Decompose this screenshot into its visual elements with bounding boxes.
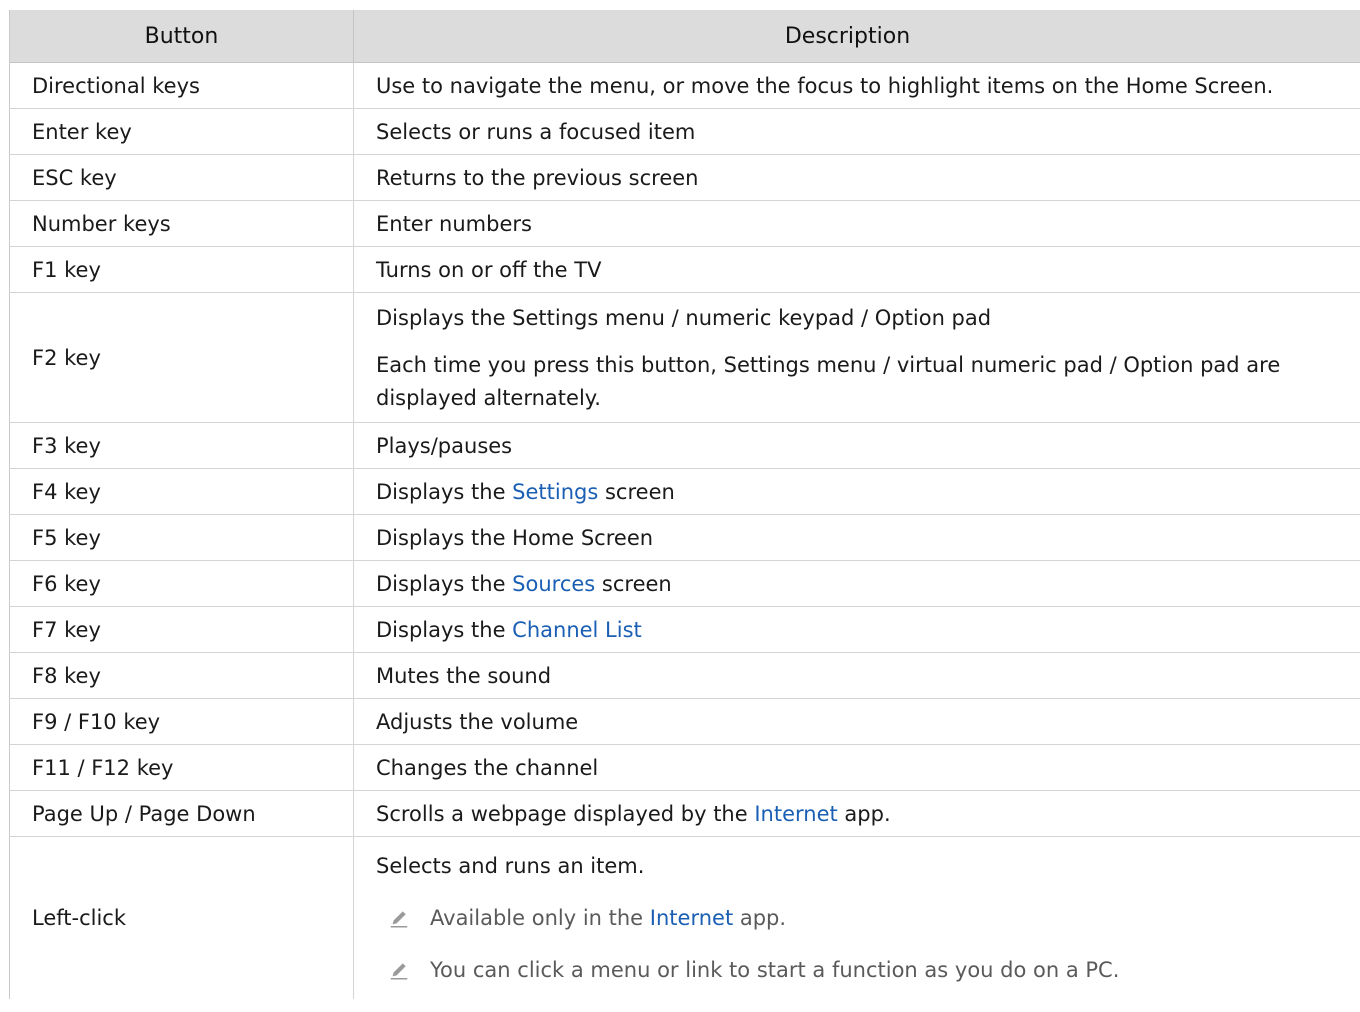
description-line: Displays the Settings menu / numeric key… <box>376 306 992 330</box>
table-row: Enter key Selects or runs a focused item <box>10 109 1360 155</box>
button-cell: F6 key <box>10 561 354 606</box>
button-cell: F9 / F10 key <box>10 699 354 744</box>
table-row: F8 key Mutes the sound <box>10 653 1360 699</box>
description-text: Displays the <box>376 617 513 642</box>
description-cell: Enter numbers <box>376 211 532 236</box>
header-description: Description <box>784 23 911 49</box>
description-cell: Displays the Settings menu / numeric key… <box>354 293 1360 422</box>
button-cell: F1 key <box>10 247 354 292</box>
note: You can click a menu or link to start a … <box>376 955 1341 985</box>
description-cell: Adjusts the volume <box>376 709 579 734</box>
pencil-icon <box>390 910 408 928</box>
button-cell: F11 / F12 key <box>10 745 354 790</box>
table-row: F11 / F12 key Changes the channel <box>10 745 1360 791</box>
note-text: app. <box>733 906 787 930</box>
internet-link[interactable]: Internet <box>754 802 837 826</box>
key-function-table: Button Description Directional keys Use … <box>9 10 1360 999</box>
description-cell: Use to navigate the menu, or move the fo… <box>376 73 1274 98</box>
note-text: Available only in the <box>430 906 650 930</box>
note: Available only in the Internet app. <box>376 903 1341 933</box>
table-row: F6 key Displays the Sources screen <box>10 561 1360 607</box>
description-cell: Scrolls a webpage displayed by the Inter… <box>354 791 1360 836</box>
description-cell: Displays the Home Screen <box>376 525 654 550</box>
description-cell: Returns to the previous screen <box>376 165 699 190</box>
table-row: Page Up / Page Down Scrolls a webpage di… <box>10 791 1360 837</box>
pencil-icon <box>390 962 408 980</box>
description-cell: Displays the Channel List <box>354 607 1360 652</box>
table-row: F3 key Plays/pauses <box>10 423 1360 469</box>
description-paragraph: Each time you press this button, Setting… <box>376 349 1341 415</box>
button-cell: Page Up / Page Down <box>10 791 354 836</box>
table-row: Left-click Selects and runs an item. Ava… <box>10 837 1360 999</box>
button-cell: F3 key <box>10 423 354 468</box>
button-cell: F5 key <box>10 515 354 560</box>
table-row: F1 key Turns on or off the TV <box>10 247 1360 293</box>
description-cell: Selects and runs an item. Available only… <box>354 837 1360 999</box>
table-row: Number keys Enter numbers <box>10 201 1360 247</box>
internet-link[interactable]: Internet <box>650 906 733 930</box>
description-text: screen <box>598 479 675 504</box>
description-cell: Displays the Sources screen <box>354 561 1360 606</box>
button-cell: F7 key <box>10 607 354 652</box>
note-text: You can click a menu or link to start a … <box>430 958 1120 982</box>
sources-link[interactable]: Sources <box>512 572 595 596</box>
description-cell: Turns on or off the TV <box>376 257 602 282</box>
description-cell: Selects or runs a focused item <box>376 119 696 144</box>
button-cell: F4 key <box>10 469 354 514</box>
settings-link[interactable]: Settings <box>512 480 598 504</box>
header-button: Button <box>10 10 354 62</box>
button-cell: ESC key <box>10 155 354 200</box>
description-cell: Plays/pauses <box>376 433 513 458</box>
channel-list-link[interactable]: Channel List <box>512 618 642 642</box>
description-cell: Displays the Settings screen <box>354 469 1360 514</box>
table-row: F7 key Displays the Channel List <box>10 607 1360 653</box>
description-line: Selects and runs an item. <box>376 854 645 878</box>
description-line: Each time you press this button, Setting… <box>376 353 1281 377</box>
button-cell: Left-click <box>10 837 354 999</box>
button-cell: Number keys <box>10 201 354 246</box>
table-row: Directional keys Use to navigate the men… <box>10 63 1360 109</box>
description-text: app. <box>837 801 891 826</box>
description-cell: Changes the channel <box>376 755 599 780</box>
button-cell: Directional keys <box>10 63 354 108</box>
table-row: ESC key Returns to the previous screen <box>10 155 1360 201</box>
description-text: Displays the <box>376 479 513 504</box>
description-text: Displays the <box>376 571 513 596</box>
table-row: F5 key Displays the Home Screen <box>10 515 1360 561</box>
description-text: Scrolls a webpage displayed by the <box>376 801 755 826</box>
description-cell: Mutes the sound <box>376 663 552 688</box>
description-text: screen <box>595 571 672 596</box>
description-line: displayed alternately. <box>376 386 601 410</box>
table-row: F4 key Displays the Settings screen <box>10 469 1360 515</box>
table-row: F2 key Displays the Settings menu / nume… <box>10 293 1360 423</box>
button-cell: F2 key <box>10 293 354 422</box>
table-header-row: Button Description <box>10 10 1360 63</box>
button-cell: F8 key <box>10 653 354 698</box>
table-row: F9 / F10 key Adjusts the volume <box>10 699 1360 745</box>
button-cell: Enter key <box>10 109 354 154</box>
